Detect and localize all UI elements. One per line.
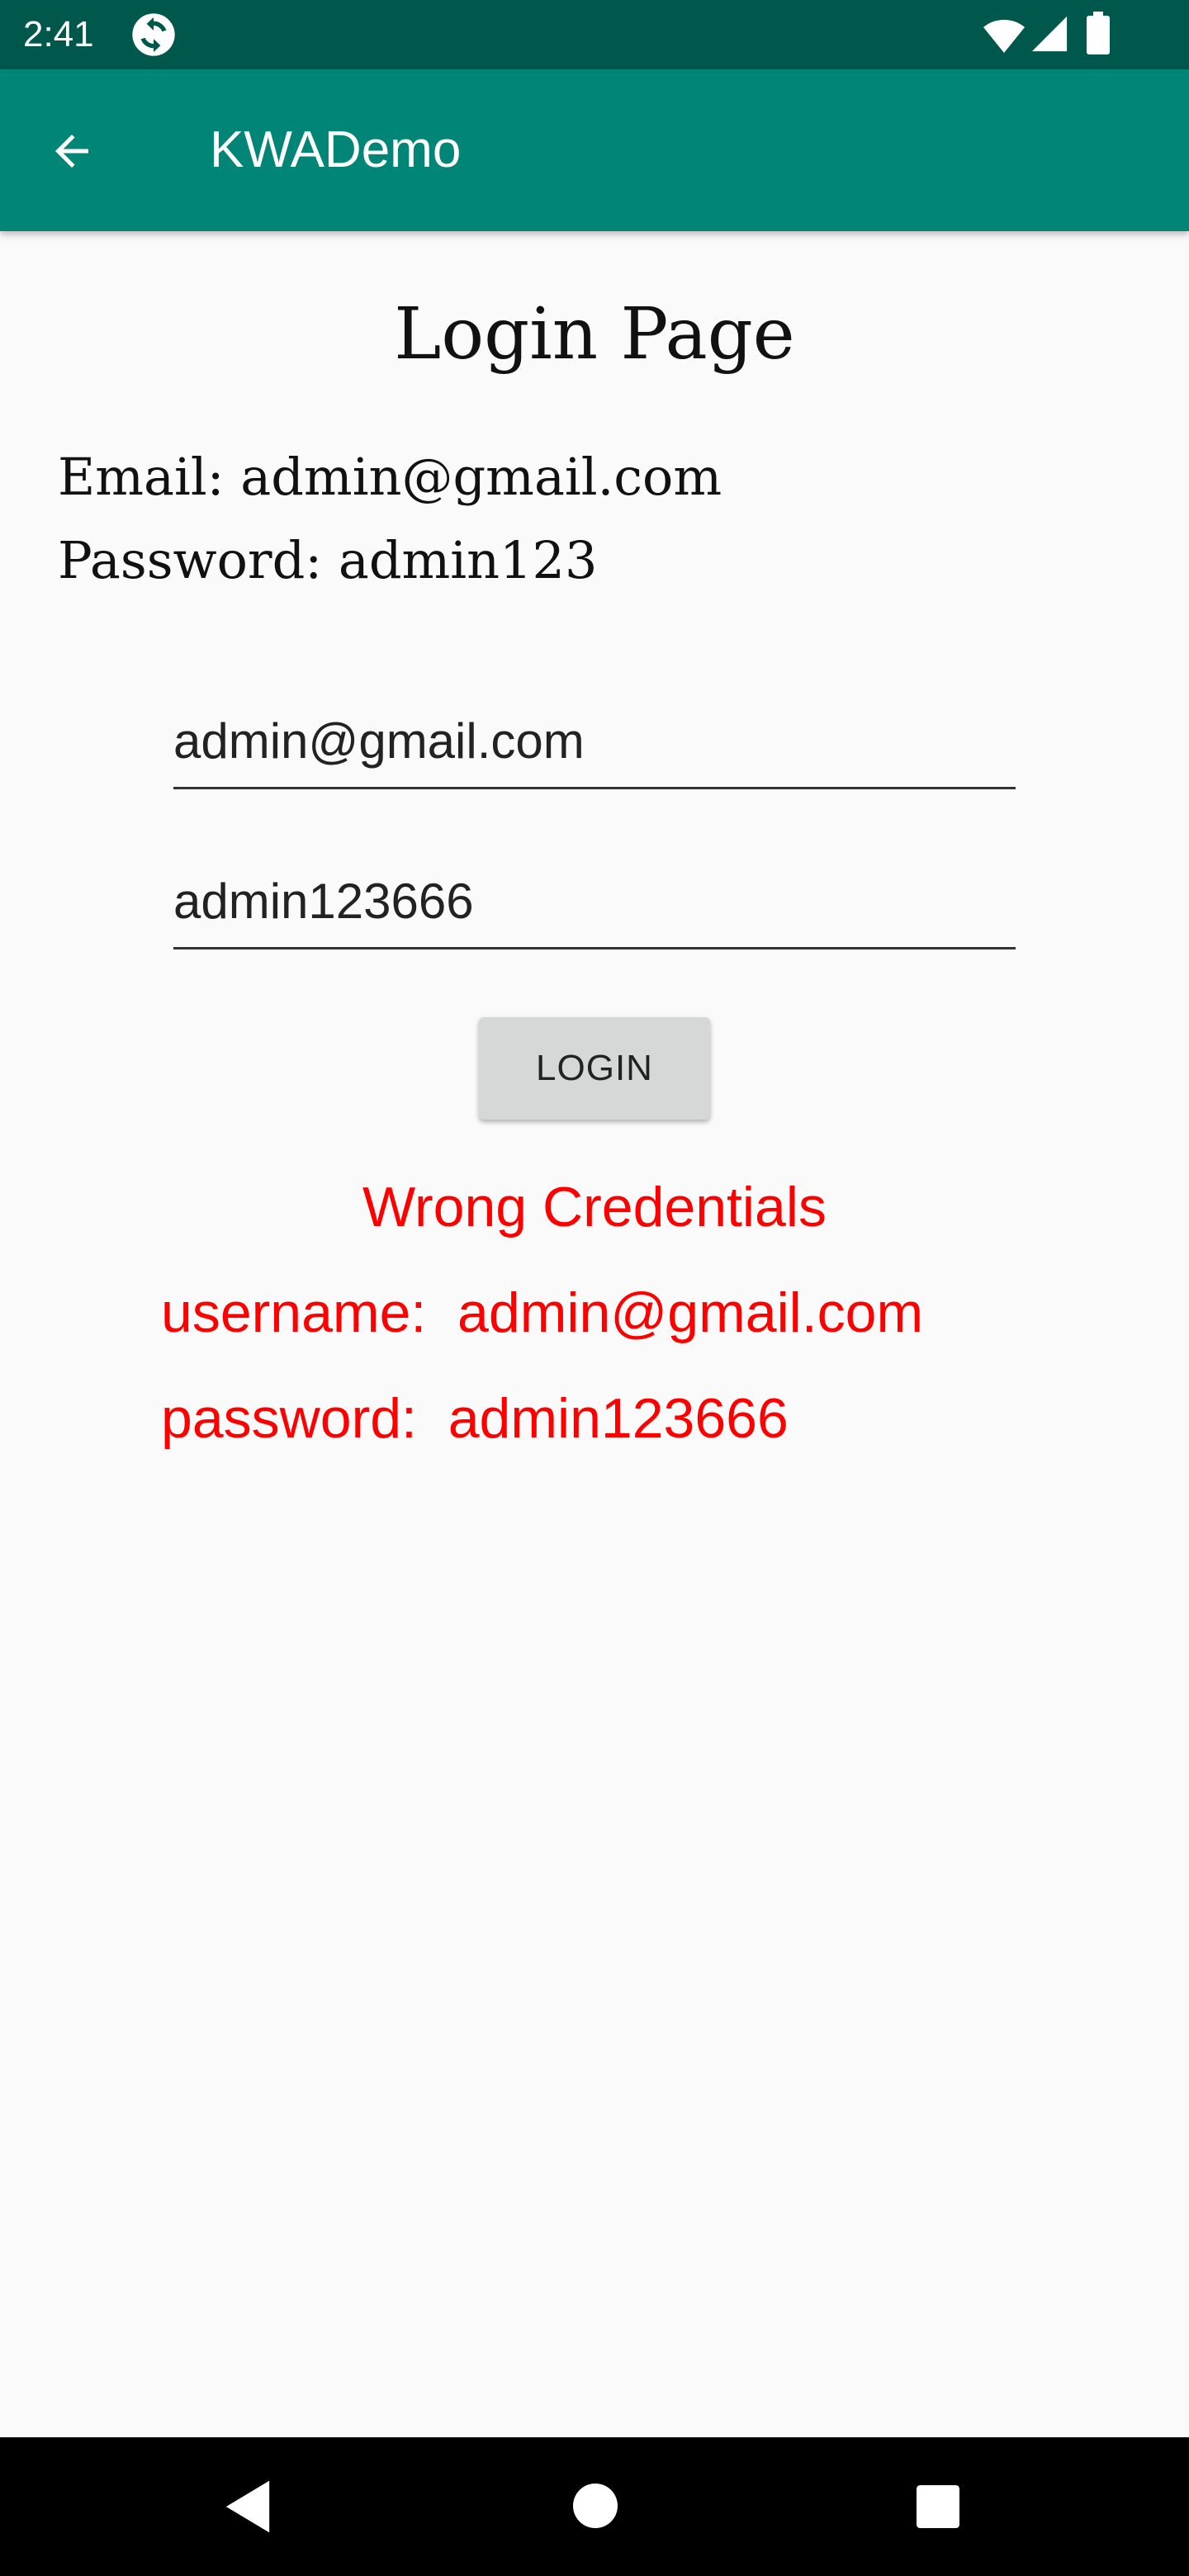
- error-title: Wrong Credentials: [362, 1176, 827, 1238]
- navigation-bar: [0, 2437, 1189, 2576]
- nav-back-icon[interactable]: [221, 2479, 274, 2535]
- battery-icon: [1087, 12, 1110, 54]
- wifi-icon: [983, 20, 1025, 53]
- hint-password: Password: admin123: [58, 530, 598, 590]
- app-bar: KWADemo: [0, 69, 1189, 231]
- signal-icon: [1031, 16, 1068, 52]
- back-button[interactable]: [35, 114, 109, 188]
- page-title: Login Page: [394, 293, 795, 376]
- password-field[interactable]: [173, 867, 1016, 949]
- screen: 2:41 KWADemo Login Page Email: admin@gma…: [0, 0, 1189, 2576]
- nav-home-icon[interactable]: [573, 2484, 618, 2528]
- nav-recents-icon[interactable]: [917, 2485, 959, 2528]
- login-button[interactable]: LOGIN: [479, 1017, 710, 1120]
- status-bar: 2:41: [0, 0, 1189, 69]
- status-time: 2:41: [23, 14, 94, 54]
- hint-email: Email: admin@gmail.com: [58, 447, 722, 507]
- error-username: username: admin@gmail.com: [161, 1281, 924, 1344]
- email-field[interactable]: [173, 707, 1016, 789]
- app-title: KWADemo: [210, 121, 462, 178]
- sync-icon: [132, 13, 175, 56]
- error-password: password: admin123666: [161, 1387, 789, 1450]
- arrow-back-icon: [55, 135, 88, 168]
